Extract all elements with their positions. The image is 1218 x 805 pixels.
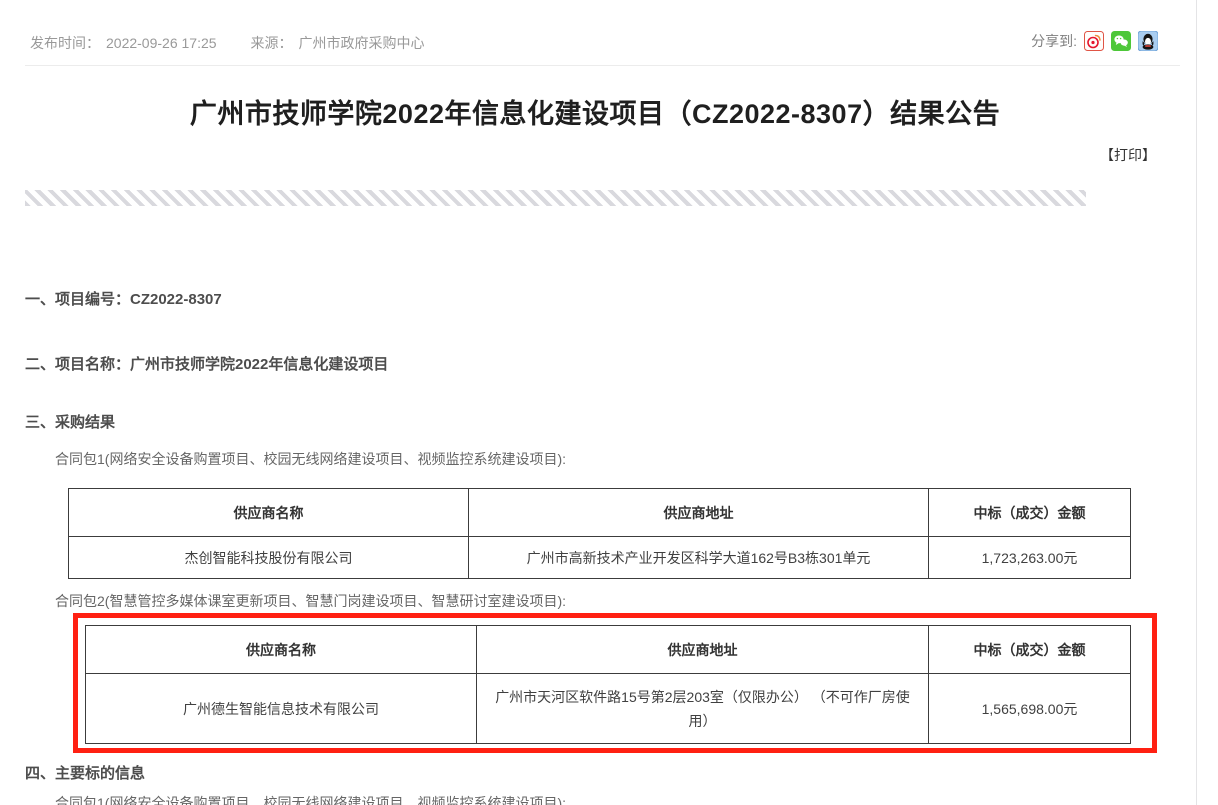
qq-icon[interactable] bbox=[1138, 31, 1158, 51]
publish-time-value: 2022-09-26 17:25 bbox=[106, 35, 217, 51]
supplier-address-cell: 广州市天河区软件路15号第2层203室（仅限办公） （不可作厂房使用） bbox=[477, 674, 929, 744]
red-highlight-box: 供应商名称 供应商地址 中标（成交）金额 广州德生智能信息技术有限公司 广州市天… bbox=[73, 613, 1157, 753]
section-procurement-result: 三、采购结果 bbox=[25, 411, 115, 432]
supplier-name-cell: 广州德生智能信息技术有限公司 bbox=[86, 674, 477, 744]
section-main-subject-info: 四、主要标的信息 bbox=[25, 762, 145, 783]
share-bar: 分享到: bbox=[1031, 31, 1158, 51]
award-amount-cell: 1,723,263.00元 bbox=[929, 537, 1131, 579]
header-supplier-address: 供应商地址 bbox=[469, 489, 929, 537]
header-supplier-name: 供应商名称 bbox=[69, 489, 469, 537]
source-label: 来源： bbox=[251, 35, 293, 51]
award-amount-cell: 1,565,698.00元 bbox=[929, 674, 1131, 744]
page-title: 广州市技师学院2022年信息化建设项目（CZ2022-8307）结果公告 bbox=[0, 92, 1190, 131]
header-supplier-name: 供应商名称 bbox=[86, 626, 477, 674]
meta-divider bbox=[25, 65, 1180, 66]
page-right-border bbox=[1196, 0, 1197, 805]
header-award-amount: 中标（成交）金额 bbox=[929, 626, 1131, 674]
supplier-address-cell: 广州市高新技术产业开发区科学大道162号B3栋301单元 bbox=[469, 537, 929, 579]
announcement-page: 发布时间： 2022-09-26 17:25 来源： 广州市政府采购中心 分享到: bbox=[0, 0, 1218, 805]
package1-intro: 合同包1(网络安全设备购置项目、校园无线网络建设项目、视频监控系统建设项目): bbox=[55, 449, 566, 469]
header-supplier-address: 供应商地址 bbox=[477, 626, 929, 674]
share-label: 分享到: bbox=[1031, 31, 1077, 51]
supplier-name-cell: 杰创智能科技股份有限公司 bbox=[69, 537, 469, 579]
package2-intro: 合同包2(智慧管控多媒体课室更新项目、智慧门岗建设项目、智慧研讨室建设项目): bbox=[55, 591, 566, 611]
header-award-amount: 中标（成交）金额 bbox=[929, 489, 1131, 537]
section-project-name: 二、项目名称：广州市技师学院2022年信息化建设项目 bbox=[25, 353, 388, 374]
meta-bar: 发布时间： 2022-09-26 17:25 来源： 广州市政府采购中心 bbox=[30, 33, 431, 53]
source-value: 广州市政府采购中心 bbox=[299, 35, 425, 51]
weibo-icon[interactable] bbox=[1084, 31, 1104, 51]
package2-result-table: 供应商名称 供应商地址 中标（成交）金额 广州德生智能信息技术有限公司 广州市天… bbox=[85, 625, 1131, 744]
publish-time-label: 发布时间： bbox=[30, 35, 100, 51]
table-header-row: 供应商名称 供应商地址 中标（成交）金额 bbox=[69, 489, 1131, 537]
wechat-icon[interactable] bbox=[1111, 31, 1131, 51]
section-project-number: 一、项目编号：CZ2022-8307 bbox=[25, 288, 222, 309]
table-header-row: 供应商名称 供应商地址 中标（成交）金额 bbox=[86, 626, 1131, 674]
hatched-divider bbox=[25, 190, 1086, 206]
package1-result-table: 供应商名称 供应商地址 中标（成交）金额 杰创智能科技股份有限公司 广州市高新技… bbox=[68, 488, 1131, 579]
table-row: 广州德生智能信息技术有限公司 广州市天河区软件路15号第2层203室（仅限办公）… bbox=[86, 674, 1131, 744]
print-button[interactable]: 【打印】 bbox=[1100, 145, 1156, 165]
table-row: 杰创智能科技股份有限公司 广州市高新技术产业开发区科学大道162号B3栋301单… bbox=[69, 537, 1131, 579]
clipped-bottom-line: 合同包1(网络安全设备购置项目、校园无线网络建设项目、视频监控系统建设项目): bbox=[55, 793, 566, 805]
